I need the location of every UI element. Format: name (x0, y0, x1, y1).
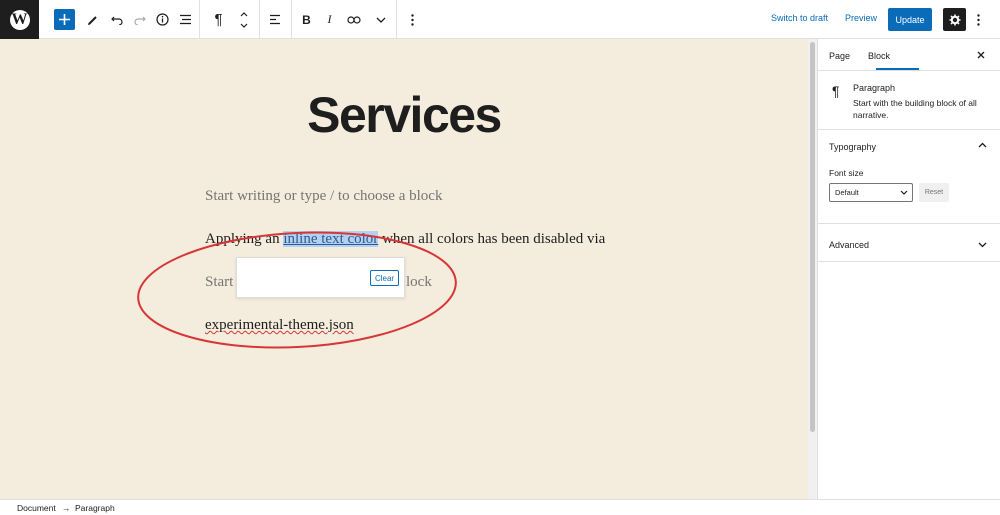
more-formats-button[interactable] (369, 8, 392, 31)
empty-block-placeholder-end[interactable]: lock (406, 274, 432, 291)
add-block-button[interactable] (54, 9, 75, 30)
block-card-description: Start with the building block of all nar… (853, 98, 977, 120)
toolbar-divider (396, 0, 397, 39)
toolbar-divider (291, 0, 292, 39)
redo-icon (133, 16, 146, 25)
post-title[interactable]: Services (0, 86, 808, 144)
link-button[interactable] (342, 8, 365, 31)
bold-button[interactable]: B (295, 8, 318, 31)
chevron-down-icon (900, 184, 908, 201)
paragraph-text: Applying an (205, 231, 284, 247)
breadcrumb: Document → Paragraph (0, 499, 1000, 515)
italic-button[interactable]: I (318, 8, 341, 31)
preview-link[interactable]: Preview (845, 13, 877, 23)
link-icon (346, 15, 361, 24)
move-up-down-icon (240, 12, 247, 28)
options-menu-button[interactable] (967, 8, 990, 31)
font-size-select[interactable]: Default (829, 183, 913, 202)
breadcrumb-separator: → (62, 503, 71, 513)
close-icon (977, 51, 985, 59)
tab-block[interactable]: Block (868, 51, 890, 61)
tab-page[interactable]: Page (829, 51, 850, 61)
info-icon (156, 13, 169, 26)
editor-toolbar: W ¶ B I Switch to draft Preview Update (0, 0, 1000, 39)
tools-button[interactable] (81, 8, 104, 31)
block-options-button[interactable] (401, 8, 424, 31)
toolbar-divider (259, 0, 260, 39)
font-size-value: Default (835, 188, 859, 197)
settings-sidebar: Page Block ¶ Paragraph Start with the bu… (817, 39, 1000, 499)
divider (818, 261, 1000, 262)
clear-color-button[interactable]: Clear (370, 270, 399, 286)
color-popover: Clear (236, 257, 405, 298)
font-size-reset-button[interactable]: Reset (919, 183, 949, 202)
gear-icon (949, 14, 960, 25)
advanced-panel-toggle[interactable]: Advanced (829, 240, 869, 250)
list-view-icon (180, 14, 191, 25)
paragraph-text: when all colors has been disabled via (378, 231, 606, 247)
scrollbar-thumb[interactable] (810, 42, 815, 432)
paragraph-icon: ¶ (832, 83, 840, 99)
block-card-title: Paragraph (853, 83, 896, 93)
paragraph-block[interactable]: Applying an inline text color when all c… (205, 231, 605, 248)
chevron-up-icon[interactable] (978, 140, 987, 151)
wordpress-logo-mark: W (9, 9, 30, 30)
more-vertical-icon (977, 13, 980, 26)
pencil-icon (87, 15, 97, 25)
update-button[interactable]: Update (888, 8, 932, 31)
breadcrumb-paragraph[interactable]: Paragraph (75, 503, 115, 513)
redo-button[interactable] (128, 8, 151, 31)
divider (818, 70, 1000, 71)
more-vertical-icon (411, 13, 414, 26)
selected-text-highlight[interactable]: inline text color (283, 231, 379, 247)
font-size-label: Font size (829, 168, 864, 178)
breadcrumb-document[interactable]: Document (17, 503, 56, 513)
empty-block-placeholder-start[interactable]: Start (205, 274, 233, 291)
empty-block-placeholder[interactable]: Start writing or type / to choose a bloc… (205, 188, 442, 205)
details-button[interactable] (151, 8, 174, 31)
divider (818, 129, 1000, 130)
paragraph-block-button[interactable]: ¶ (207, 8, 230, 31)
paragraph-block[interactable]: experimental-theme.json (205, 317, 354, 334)
switch-to-draft-link[interactable]: Switch to draft (771, 13, 828, 23)
divider (818, 223, 1000, 224)
list-view-button[interactable] (174, 8, 197, 31)
chevron-down-icon (376, 17, 385, 23)
align-button[interactable] (263, 8, 286, 31)
undo-icon (110, 16, 123, 25)
paragraph-text: experimental-theme.json (205, 317, 354, 333)
plus-icon (59, 14, 70, 25)
settings-button[interactable] (943, 8, 966, 31)
chevron-down-icon[interactable] (978, 240, 987, 251)
undo-button[interactable] (105, 8, 128, 31)
typography-panel-toggle[interactable]: Typography (829, 142, 876, 152)
close-sidebar-button[interactable] (977, 48, 985, 62)
align-left-icon (269, 14, 280, 25)
move-block-button[interactable] (232, 9, 255, 31)
toolbar-divider (199, 0, 200, 39)
wordpress-logo[interactable]: W (0, 0, 39, 39)
